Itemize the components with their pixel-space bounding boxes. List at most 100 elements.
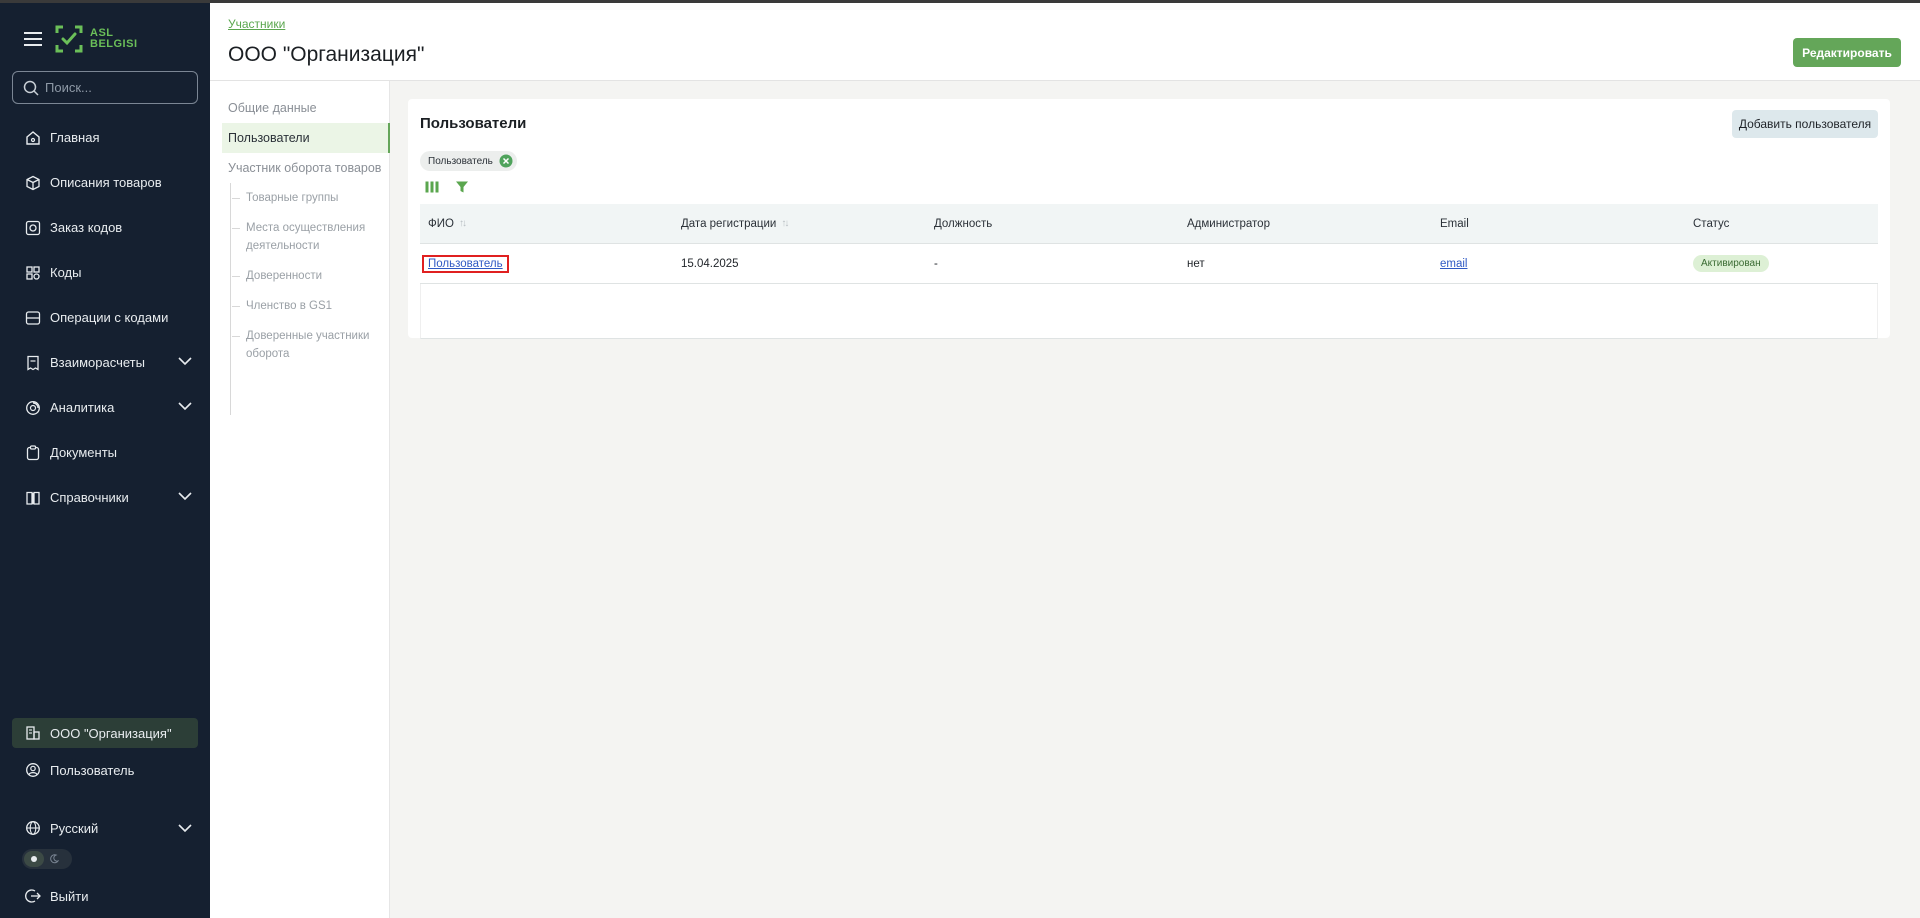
col-admin: Администратор: [1187, 217, 1270, 230]
page-header: Участники ООО "Организация" Редактироват…: [210, 3, 1920, 81]
tab-activity-places[interactable]: Места осуществления деятельности: [232, 219, 376, 255]
table-toolbar: [424, 179, 470, 195]
logout-icon: [24, 887, 42, 905]
book-icon: [24, 489, 42, 507]
user-name-link[interactable]: Пользователь: [422, 254, 509, 273]
nav-label: Аналитика: [50, 400, 115, 415]
nav-label: Документы: [50, 445, 118, 460]
cell-email: email: [1432, 244, 1685, 283]
nav-item-code-operations[interactable]: Операции с кодами: [12, 295, 198, 340]
logout-label: Выйти: [50, 888, 89, 904]
language-selector[interactable]: Русский: [12, 813, 198, 843]
col-position: Должность: [934, 217, 993, 230]
nav-item-code-order[interactable]: Заказ кодов: [12, 205, 198, 250]
building-icon: [24, 724, 42, 742]
logo-text: ASL BELGISI: [90, 27, 138, 50]
box-icon: [24, 174, 42, 192]
columns-icon[interactable]: [424, 179, 440, 195]
tree-line: [230, 183, 231, 415]
home-icon: [24, 129, 42, 147]
nav-item-product-descriptions[interactable]: Описания товаров: [12, 160, 198, 205]
tab-users[interactable]: Пользователи: [222, 123, 390, 153]
users-card: Пользователи Добавить пользователя Польз…: [408, 99, 1890, 339]
users-table: ФИО ↑↓ Дата регистрации ↑↓ Должность Админ…: [420, 204, 1878, 339]
tab-general[interactable]: Общие данные: [228, 101, 317, 115]
breadcrumb-participants[interactable]: Участники: [228, 17, 285, 31]
nav-label: Заказ кодов: [50, 220, 123, 235]
user-icon: [24, 761, 42, 779]
filter-chip: Пользователь: [420, 151, 517, 171]
logo-mark-icon: [55, 25, 83, 53]
nav-item-home[interactable]: Главная: [12, 115, 198, 160]
codes-icon: [24, 264, 42, 282]
nav-label: Операции с кодами: [50, 310, 169, 325]
operations-icon: [24, 309, 42, 327]
close-icon[interactable]: [499, 154, 513, 168]
clipboard-icon: [24, 444, 42, 462]
chevron-down-icon: [178, 492, 192, 501]
sidebar: ASL BELGISI Главная Описания товаров Зак…: [0, 3, 210, 918]
nav-label: Описания товаров: [50, 175, 162, 190]
receipt-icon: [24, 354, 42, 372]
tab-users-label: Пользователи: [228, 131, 310, 145]
table-row: Пользователь 15.04.2025 - нет email Акти…: [420, 244, 1878, 284]
analytics-icon: [24, 399, 42, 417]
search-input[interactable]: [45, 80, 195, 95]
nav-item-settlements[interactable]: Взаиморасчеты: [12, 340, 198, 385]
logout-button[interactable]: Выйти: [12, 881, 198, 911]
nav-item-codes[interactable]: Коды: [12, 250, 198, 295]
status-badge: Активирован: [1693, 255, 1769, 272]
menu-icon[interactable]: [24, 32, 42, 46]
col-status: Статус: [1693, 217, 1730, 230]
sort-icon[interactable]: ↑↓: [459, 218, 467, 229]
user-profile[interactable]: Пользователь: [12, 755, 198, 785]
card-title: Пользователи: [420, 115, 527, 132]
sidebar-header: ASL BELGISI: [24, 21, 138, 57]
cell-date: 15.04.2025: [681, 257, 739, 270]
chevron-down-icon: [178, 402, 192, 411]
cell-name: Пользователь: [420, 244, 673, 283]
edit-button[interactable]: Редактировать: [1793, 38, 1901, 67]
filter-chip-label: Пользователь: [428, 155, 493, 167]
tab-participant[interactable]: Участник оборота товаров: [228, 161, 381, 175]
add-user-button[interactable]: Добавить пользователя: [1732, 110, 1878, 138]
chevron-down-icon: [178, 824, 192, 833]
globe-icon: [24, 819, 42, 837]
user-name: Пользователь: [50, 762, 135, 778]
main-nav: Главная Описания товаров Заказ кодов Код…: [12, 115, 198, 520]
sun-icon[interactable]: [24, 851, 44, 867]
cell-status: Активирован: [1685, 244, 1878, 283]
nav-item-documents[interactable]: Документы: [12, 430, 198, 475]
nav-item-analytics[interactable]: Аналитика: [12, 385, 198, 430]
col-name[interactable]: ФИО ↑↓: [420, 204, 673, 243]
page-title: ООО "Организация": [228, 43, 425, 66]
filter-icon[interactable]: [454, 179, 470, 195]
brand-logo[interactable]: ASL BELGISI: [54, 24, 138, 54]
org-switcher[interactable]: ООО "Организация": [12, 718, 198, 748]
col-registration-date[interactable]: Дата регистрации ↑↓: [673, 204, 926, 243]
language-label: Русский: [50, 820, 99, 836]
section-nav: Общие данные Пользователи Участник оборо…: [210, 81, 390, 918]
search-box[interactable]: [12, 71, 198, 104]
org-name: ООО "Организация": [50, 725, 172, 741]
cell-position: -: [934, 257, 938, 270]
tab-powers-of-attorney[interactable]: Доверенности: [232, 267, 376, 285]
tab-trusted-participants[interactable]: Доверенные участники оборота: [232, 327, 376, 363]
cell-admin: нет: [1187, 257, 1205, 270]
table-header: ФИО ↑↓ Дата регистрации ↑↓ Должность Админ…: [420, 204, 1878, 244]
table-empty-area: [420, 284, 1878, 339]
tab-product-groups[interactable]: Товарные группы: [232, 189, 376, 207]
nav-label: Взаиморасчеты: [50, 355, 145, 370]
nav-label: Главная: [50, 130, 100, 145]
sort-icon[interactable]: ↑↓: [781, 218, 789, 229]
code-order-icon: [24, 219, 42, 237]
moon-icon[interactable]: [44, 851, 64, 867]
nav-item-references[interactable]: Справочники: [12, 475, 198, 520]
theme-toggle[interactable]: [22, 849, 72, 869]
chevron-down-icon: [178, 357, 192, 366]
nav-label: Справочники: [50, 490, 129, 505]
email-link[interactable]: email: [1440, 258, 1467, 270]
tab-gs1-membership[interactable]: Членство в GS1: [232, 297, 376, 315]
col-email: Email: [1440, 217, 1469, 230]
nav-label: Коды: [50, 265, 82, 280]
